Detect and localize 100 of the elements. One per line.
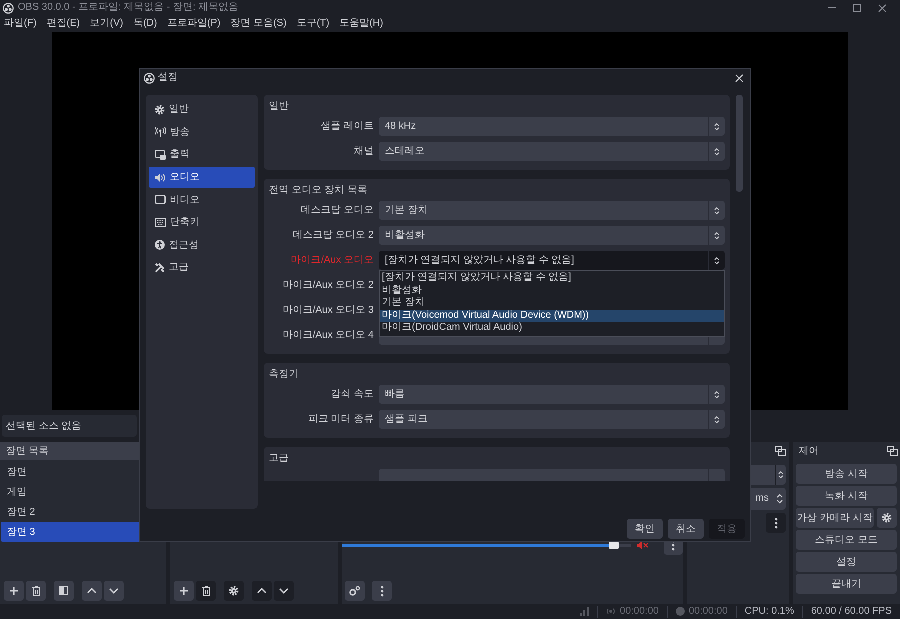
dock-title: 제어 — [799, 444, 819, 458]
field-label: 마이크/Aux 오디오 3 — [282, 305, 374, 316]
field-label: 마이크/Aux 오디오 4 — [282, 330, 374, 341]
control-button[interactable]: 녹화 시작 — [796, 486, 897, 506]
field-label: 채널 — [354, 146, 374, 157]
properties-button[interactable] — [224, 581, 244, 601]
gears-icon — [349, 586, 361, 596]
add-button[interactable] — [174, 581, 194, 601]
dialog-button[interactable]: 취소 — [668, 519, 704, 539]
updown-arrow-icon — [714, 146, 720, 156]
more-icon — [380, 586, 384, 596]
field-label: 감쇠 속도 — [331, 389, 374, 400]
sidebar-item[interactable]: 단축키 — [149, 212, 255, 234]
dropdown-field[interactable]: 기본 장치 — [379, 201, 725, 220]
more-button[interactable] — [372, 581, 392, 601]
float-dock-icon — [775, 446, 786, 456]
close-button[interactable] — [735, 74, 744, 82]
sidebar-item[interactable]: 일반 — [149, 99, 255, 121]
dropdown-field[interactable]: 스테레오 — [379, 142, 725, 161]
more-icon — [774, 518, 778, 528]
control-button[interactable]: 설정 — [796, 552, 897, 572]
chevron-down-icon — [777, 500, 783, 504]
close-icon — [735, 74, 744, 82]
float-dock-icon — [887, 446, 898, 456]
chevron-up-icon — [87, 588, 97, 594]
dropdown-field[interactable]: 비활성화 — [379, 226, 725, 245]
group-title: 측정기 — [269, 368, 300, 382]
updown-arrow-icon — [714, 256, 720, 266]
dropdown-option[interactable]: 비활성화 — [380, 284, 724, 298]
move-up-button[interactable] — [82, 581, 102, 601]
window-title: OBS 30.0.0 - 프로파일: 제목없음 - 장면: 제목없음 — [18, 3, 239, 13]
remove-button[interactable] — [196, 581, 216, 601]
maximize-icon — [853, 4, 861, 12]
gear-icon — [229, 586, 239, 596]
field-label: 데스크탑 오디오 2 — [292, 230, 374, 241]
menu-item[interactable]: 프로파일(P) — [167, 19, 221, 29]
dropdown-option[interactable]: 마이크(DroidCam Virtual Audio) — [380, 322, 724, 335]
monitor-icon — [155, 195, 166, 206]
plus-icon — [179, 586, 189, 596]
broadcast-icon — [606, 607, 616, 616]
sidebar-item[interactable]: 고급 — [149, 257, 255, 279]
updown-arrow-icon — [778, 470, 784, 480]
tools-icon — [155, 262, 165, 273]
dropdown-field[interactable]: 샘플 피크 — [379, 410, 725, 429]
menu-item[interactable]: 독(D) — [133, 19, 158, 29]
field-value: 비활성화 — [385, 229, 425, 243]
updown-arrow-icon — [714, 390, 720, 400]
virtual-camera-button[interactable]: 가상 카메라 시작 — [796, 508, 874, 528]
mute-button[interactable] — [636, 540, 648, 550]
gear-icon — [155, 104, 165, 115]
scrollbar-thumb[interactable] — [736, 95, 743, 192]
trash-icon — [32, 586, 40, 596]
settings-button[interactable] — [877, 508, 897, 528]
dropdown-field[interactable]: 48 kHz — [379, 117, 725, 136]
menu-item[interactable]: 편집(E) — [46, 19, 80, 29]
monitor-output-icon — [155, 150, 166, 160]
more-button[interactable] — [766, 513, 786, 533]
gear-icon — [882, 513, 892, 523]
logo-icon — [144, 72, 155, 84]
field-label: 샘플 레이트 — [321, 121, 374, 132]
add-button[interactable] — [4, 581, 24, 601]
group-title: 일반 — [269, 100, 290, 114]
menu-item[interactable]: 파일(F) — [4, 19, 37, 29]
field-value: 기본 장치 — [385, 204, 428, 218]
toolbar-label: 선택된 소스 없음 — [6, 420, 82, 434]
muted-speaker-icon — [636, 540, 648, 550]
dropdown-option[interactable]: 기본 장치 — [380, 297, 724, 310]
menu-item[interactable]: 도구(T) — [296, 19, 330, 29]
move-down-button[interactable] — [104, 581, 124, 601]
dropdown-option[interactable]: [장치가 연결되지 않았거나 사용할 수 없음] — [380, 272, 724, 285]
field-value: 빠름 — [385, 388, 405, 402]
control-button[interactable]: 끝내기 — [796, 574, 897, 594]
menu-item[interactable]: 장면 모음(S) — [230, 19, 287, 29]
control-button[interactable]: 스튜디오 모드 — [796, 530, 897, 550]
record-time: 00:00:00 — [688, 605, 728, 619]
sidebar-item[interactable]: 출력 — [149, 144, 255, 166]
dropdown-option[interactable]: 마이크(Voicemod Virtual Audio Device (WDM)) — [380, 310, 724, 322]
sidebar-item[interactable]: 비디오 — [149, 189, 255, 211]
move-down-button[interactable] — [274, 581, 294, 601]
filters-button[interactable] — [54, 581, 74, 601]
field-value: 샘플 피크 — [385, 413, 428, 427]
advanced-audio-button[interactable] — [345, 581, 365, 601]
control-button[interactable]: 방송 시작 — [796, 464, 897, 484]
updown-arrow-icon — [714, 122, 720, 132]
fps-readout: 60.00 / 60.00 FPS — [811, 605, 892, 619]
menu-item[interactable]: 도움말(H) — [340, 19, 384, 29]
move-up-button[interactable] — [252, 581, 272, 601]
dialog-title: 설정 — [158, 73, 178, 83]
sidebar-item[interactable]: 오디오 — [149, 166, 255, 188]
dialog-button[interactable]: 확인 — [627, 519, 663, 539]
keyboard-icon — [155, 218, 166, 228]
sidebar-item[interactable]: 방송 — [149, 122, 255, 144]
field-value: [장치가 연결되지 않았거나 사용할 수 없음] — [385, 254, 574, 268]
remove-button[interactable] — [26, 581, 46, 601]
trash-icon — [202, 586, 210, 596]
dropdown-field[interactable]: 빠름 — [379, 385, 725, 404]
menu-item[interactable]: 보기(V) — [90, 19, 124, 29]
sidebar-item[interactable]: 접근성 — [149, 234, 255, 256]
updown-arrow-icon — [714, 414, 720, 424]
filter-icon — [59, 586, 69, 596]
